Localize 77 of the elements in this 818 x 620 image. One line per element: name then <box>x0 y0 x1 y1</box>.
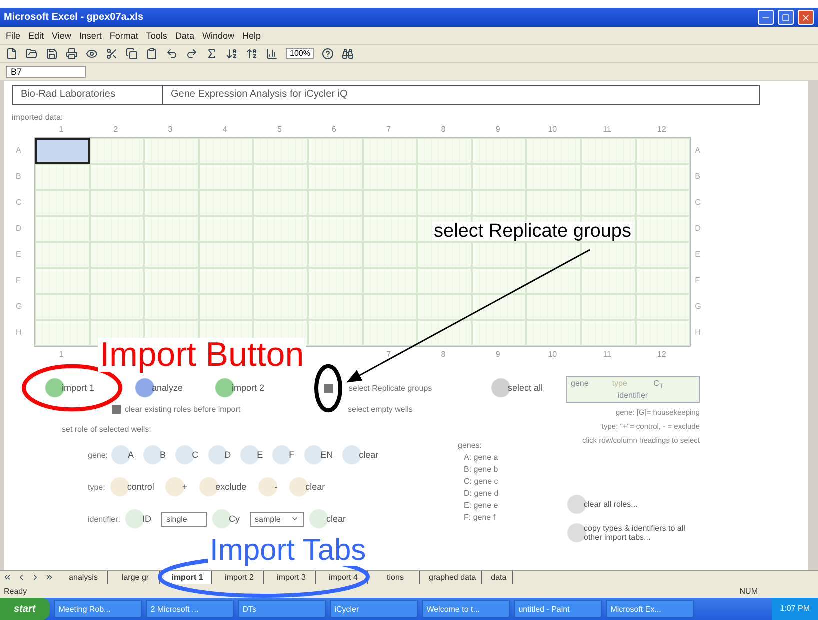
taskbar-item[interactable]: DTs <box>238 600 326 618</box>
well-cell[interactable] <box>35 138 90 164</box>
clock: 1:07 PM <box>772 598 818 620</box>
taskbar-item[interactable]: iCycler <box>330 600 418 618</box>
toolbar-icon[interactable] <box>226 48 238 60</box>
toolbar-icon[interactable] <box>126 48 138 60</box>
identifier-field[interactable]: single <box>161 512 208 526</box>
section-label: imported data: <box>12 113 64 122</box>
zoom-field[interactable]: 100% <box>286 48 314 59</box>
toolbar-icon[interactable] <box>186 48 198 60</box>
role-label: gene: <box>88 450 108 460</box>
legend-text: identifier <box>616 390 650 400</box>
role-label: identifier: <box>88 514 120 524</box>
genes-title: genes: <box>458 441 484 450</box>
menu-item[interactable]: View <box>52 30 72 40</box>
annotation-tooltip: select Replicate groups <box>432 222 634 241</box>
menu-item[interactable]: Window <box>202 30 234 40</box>
gene-list-item: A: gene a <box>463 453 499 462</box>
checkbox[interactable] <box>112 405 121 414</box>
checkbox-label: select Replicate groups <box>349 384 432 392</box>
toolbar-icon[interactable] <box>6 48 18 60</box>
menu-item[interactable]: Tools <box>146 30 168 40</box>
role-label: type: <box>88 482 106 492</box>
close-icon[interactable] <box>801 12 811 22</box>
toolbar-icon[interactable] <box>206 48 218 60</box>
dropdown-icon[interactable] <box>291 515 300 523</box>
menu-item[interactable]: Insert <box>79 30 102 40</box>
menu-item[interactable]: File <box>6 30 21 40</box>
menu-item[interactable]: Data <box>175 30 194 40</box>
window-title: Microsoft Excel - gpex07a.xls <box>4 12 145 23</box>
toolbar-icon[interactable] <box>166 48 178 60</box>
tab-scroll-icon[interactable] <box>44 573 54 582</box>
section-label: set role of selected wells: <box>61 425 152 434</box>
toolbar-icon[interactable] <box>86 48 98 60</box>
sheet-tab[interactable]: import 1 <box>164 571 212 584</box>
menu-item[interactable]: Format <box>110 30 138 40</box>
toolbar-icon[interactable] <box>46 48 58 60</box>
header-cell: Bio-Rad Laboratories <box>13 86 163 104</box>
toolbar-icon[interactable] <box>246 48 258 60</box>
menu-item[interactable]: Edit <box>28 30 44 40</box>
toolbar-icon[interactable] <box>26 48 38 60</box>
toolbar-icon[interactable] <box>266 48 278 60</box>
tab-scroll-icon[interactable] <box>2 573 12 582</box>
name-box[interactable]: B7 <box>6 66 86 78</box>
taskbar-item[interactable]: Welcome to t... <box>422 600 510 618</box>
taskbar-item[interactable]: 2 Microsoft ... <box>146 600 234 618</box>
maximize-icon[interactable] <box>782 14 790 22</box>
taskbar-item[interactable]: Meeting Rob... <box>54 600 142 618</box>
checkbox[interactable] <box>324 384 333 392</box>
taskbar-item[interactable]: Microsoft Ex... <box>606 600 694 618</box>
legend-text: gene <box>571 379 590 390</box>
taskbar-item[interactable]: untitled - Paint <box>514 600 602 618</box>
status-text: NUM <box>740 586 758 596</box>
legend-text: type <box>612 379 628 390</box>
maximize-button[interactable] <box>778 10 794 25</box>
gene-list-item: D: gene d <box>463 489 499 498</box>
menu-item[interactable]: Help <box>242 30 261 40</box>
toolbar-icon[interactable] <box>106 48 118 60</box>
annotation-tooltip: Import Button <box>98 338 306 372</box>
annotation-tooltip: Import Tabs <box>208 536 368 566</box>
toolbar-icon[interactable] <box>146 48 158 60</box>
identifier-dropdown[interactable]: sample <box>250 512 304 526</box>
toolbar-icon[interactable] <box>66 48 78 60</box>
status-text: Ready <box>4 586 28 596</box>
header-cell-text: Gene Expression Analysis for iCycler iQ <box>170 88 349 102</box>
option-label: select empty wells <box>348 405 413 414</box>
gene-list-item: F: gene f <box>463 513 497 522</box>
gene-list-item: C: gene c <box>463 477 499 486</box>
binoculars-icon[interactable] <box>342 48 354 60</box>
start-button[interactable]: start <box>0 598 50 620</box>
option-label: clear existing roles before import <box>125 405 241 414</box>
gene-list-item: B: gene b <box>463 465 499 474</box>
help-icon[interactable] <box>322 48 334 60</box>
gene-list-item: E: gene e <box>463 501 499 510</box>
close-button[interactable] <box>798 10 814 25</box>
minimize-button[interactable] <box>758 10 774 25</box>
legend-text: C$_{T}$ <box>654 379 665 391</box>
